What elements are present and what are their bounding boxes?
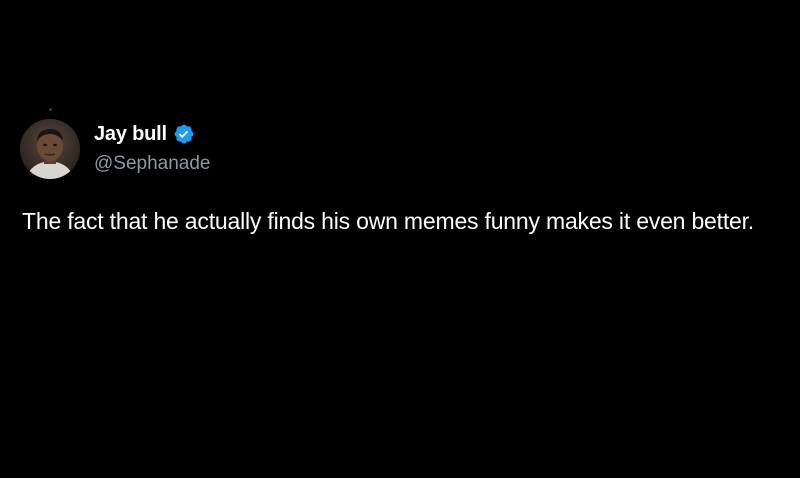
avatar[interactable]: [20, 119, 80, 179]
author-name-row: Jay bull: [94, 121, 195, 147]
decorative-dot: [49, 108, 52, 111]
tweet-text: The fact that he actually finds his own …: [22, 208, 755, 234]
author-handle[interactable]: @Sephanade: [94, 153, 211, 175]
tweet-card: Jay bull @Sephanade The fact that he act…: [0, 0, 800, 478]
avatar-image: [20, 119, 80, 179]
display-name[interactable]: Jay bull: [94, 123, 167, 146]
verified-badge-icon: [173, 123, 195, 145]
